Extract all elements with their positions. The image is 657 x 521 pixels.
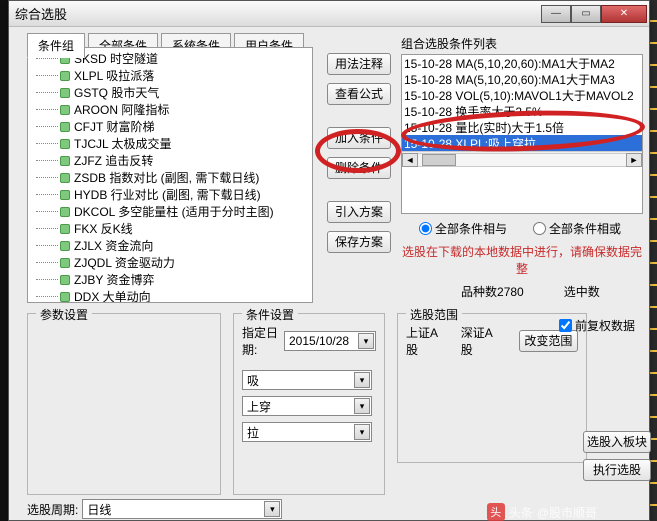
leaf-icon bbox=[60, 88, 70, 98]
chevron-down-icon: ▾ bbox=[354, 424, 370, 440]
tree-item[interactable]: DKCOL 多空能量柱 (适用于分时主图) bbox=[36, 203, 310, 220]
radio-and[interactable]: 全部条件相与 bbox=[419, 220, 507, 237]
radio-or[interactable]: 全部条件相或 bbox=[533, 220, 621, 237]
leaf-icon bbox=[60, 173, 70, 183]
combo-la[interactable]: 拉▾ bbox=[242, 422, 372, 442]
chevron-down-icon: ▾ bbox=[358, 333, 374, 349]
period-combo[interactable]: 日线▾ bbox=[82, 499, 282, 519]
period-label: 选股周期: bbox=[27, 501, 78, 518]
condition-row[interactable]: 15-10-28 MA(5,10,20,60):MA1大于MA2 bbox=[402, 55, 642, 71]
condition-row[interactable]: 15-10-28 MA(5,10,20,60):MA1大于MA3 bbox=[402, 71, 642, 87]
scope-groupbox: 选股范围 上证A股 深证A股 改变范围 bbox=[397, 313, 587, 463]
combo-relation[interactable]: 上穿▾ bbox=[242, 396, 372, 416]
leaf-icon bbox=[60, 71, 70, 81]
run-select-button[interactable]: 执行选股 bbox=[583, 459, 651, 481]
tree-item[interactable]: HYDB 行业对比 (副图, 需下载日线) bbox=[36, 186, 310, 203]
condition-list-title: 组合选股条件列表 bbox=[401, 35, 643, 52]
fuquan-checkbox[interactable]: 前复权数据 bbox=[559, 317, 635, 334]
condition-row[interactable]: 15-10-28 量比(实时)大于1.5倍 bbox=[402, 119, 642, 135]
formula-tree[interactable]: SKSD 时空隧道XLPL 吸拉派落GSTQ 股市天气AROON 阿隆指标CFJ… bbox=[27, 47, 313, 303]
data-warning: 选股在下载的本地数据中进行，请确保数据完整 bbox=[401, 243, 643, 277]
combo-xi[interactable]: 吸▾ bbox=[242, 370, 372, 390]
tree-item[interactable]: ZJLX 资金流向 bbox=[36, 237, 310, 254]
tree-item[interactable]: XLPL 吸拉派落 bbox=[36, 67, 310, 84]
tree-item[interactable]: ZJBY 资金博弈 bbox=[36, 271, 310, 288]
side-button-1[interactable]: 查看公式 bbox=[327, 83, 391, 105]
condition-row[interactable]: 15-10-28 换手率大于2.5% bbox=[402, 103, 642, 119]
horizontal-scrollbar[interactable]: ◄► bbox=[402, 151, 642, 167]
chevron-down-icon: ▾ bbox=[264, 501, 280, 517]
tree-item[interactable]: ZJFZ 追击反转 bbox=[36, 152, 310, 169]
tree-item[interactable]: DDX 大单动向 bbox=[36, 288, 310, 303]
tab-condition-group[interactable]: 条件组 bbox=[27, 33, 85, 58]
leaf-icon bbox=[60, 224, 70, 234]
leaf-icon bbox=[60, 275, 70, 285]
date-combo[interactable]: 2015/10/28▾ bbox=[284, 331, 376, 351]
toutiao-logo-icon: 头 bbox=[487, 503, 505, 521]
tree-item[interactable]: FKX 反K线 bbox=[36, 220, 310, 237]
side-button-0[interactable]: 用法注释 bbox=[327, 53, 391, 75]
condition-setting-groupbox: 条件设置 指定日期: 2015/10/28▾ 吸▾ 上穿▾ 拉▾ bbox=[233, 313, 385, 495]
tree-item[interactable]: GSTQ 股市天气 bbox=[36, 84, 310, 101]
side-button-5[interactable]: 保存方案 bbox=[327, 231, 391, 253]
leaf-icon bbox=[60, 190, 70, 200]
leaf-icon bbox=[60, 207, 70, 217]
watermark: 头 头条@股市顺哥 bbox=[487, 503, 597, 521]
chevron-down-icon: ▾ bbox=[354, 372, 370, 388]
side-button-4[interactable]: 引入方案 bbox=[327, 201, 391, 223]
chevron-down-icon: ▾ bbox=[354, 398, 370, 414]
tree-item[interactable]: ZJQDL 资金驱动力 bbox=[36, 254, 310, 271]
tree-item[interactable]: TJCJL 太极成交量 bbox=[36, 135, 310, 152]
leaf-icon bbox=[60, 122, 70, 132]
leaf-icon bbox=[60, 156, 70, 166]
select-to-block-button[interactable]: 选股入板块 bbox=[583, 431, 651, 453]
condition-list[interactable]: 15-10-28 MA(5,10,20,60):MA1大于MA215-10-28… bbox=[401, 54, 643, 214]
leaf-icon bbox=[60, 258, 70, 268]
tree-item[interactable]: ZSDB 指数对比 (副图, 需下载日线) bbox=[36, 169, 310, 186]
maximize-button[interactable]: ▭ bbox=[571, 5, 601, 23]
leaf-icon bbox=[60, 139, 70, 149]
close-button[interactable]: ✕ bbox=[601, 5, 647, 23]
side-button-2[interactable]: 加入条件 bbox=[327, 127, 391, 149]
window-title: 综合选股 bbox=[15, 4, 541, 23]
side-button-3[interactable]: 删除条件 bbox=[327, 157, 391, 179]
condition-row[interactable]: 15-10-28 XLPL:吸上穿拉 bbox=[402, 135, 642, 151]
leaf-icon bbox=[60, 241, 70, 251]
leaf-icon bbox=[60, 105, 70, 115]
tree-item[interactable]: AROON 阿隆指标 bbox=[36, 101, 310, 118]
minimize-button[interactable]: — bbox=[541, 5, 571, 23]
param-groupbox: 参数设置 bbox=[27, 313, 221, 495]
tree-item[interactable]: CFJT 财富阶梯 bbox=[36, 118, 310, 135]
condition-row[interactable]: 15-10-28 VOL(5,10):MAVOL1大于MAVOL2 bbox=[402, 87, 642, 103]
leaf-icon bbox=[60, 292, 70, 302]
